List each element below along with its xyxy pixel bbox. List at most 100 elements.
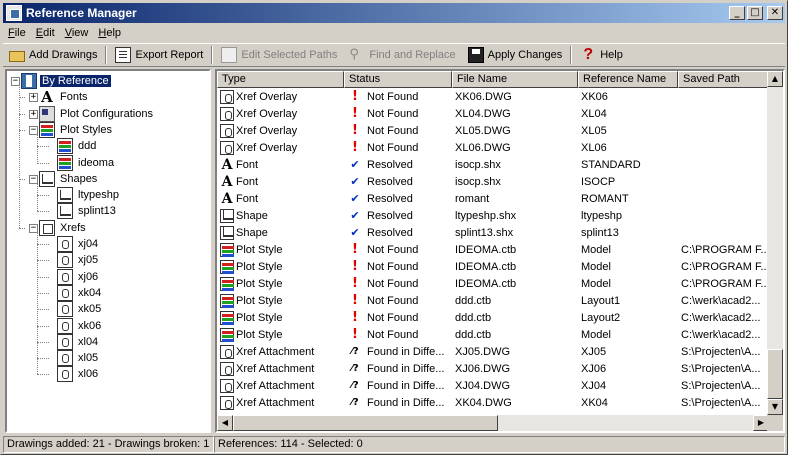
type-label: Plot Style bbox=[236, 294, 283, 307]
scroll-up-button[interactable]: ▲ bbox=[767, 71, 783, 87]
table-row[interactable]: Xref Overlay! Not Found XL06.DWG XL06 bbox=[217, 139, 769, 156]
tree-node-by-reference[interactable]: By Reference bbox=[21, 73, 112, 89]
cell-saved-path: C:\PROGRAM F... bbox=[681, 243, 769, 256]
horizontal-scroll-thumb[interactable] bbox=[233, 415, 498, 431]
table-row[interactable]: Plot Style! Not Found ddd.ctb Model C:\werk\… bbox=[217, 326, 769, 343]
table-row[interactable]: Xref Overlay! Not Found XK06.DWG XK06 bbox=[217, 88, 769, 105]
help-button[interactable]: ? Help bbox=[574, 44, 629, 66]
table-row[interactable]: Plot Style! Not Found IDEOMA.ctb Model C:\PR… bbox=[217, 275, 769, 292]
tree-node-xk06[interactable]: xk06 bbox=[57, 317, 103, 334]
minimize-button[interactable]: _ bbox=[729, 6, 745, 20]
column-header-type[interactable]: Type bbox=[217, 71, 344, 88]
title-bar[interactable]: Reference Manager _ □ ✕ bbox=[3, 3, 785, 23]
maximize-button[interactable]: □ bbox=[747, 6, 763, 20]
table-row[interactable]: Plot Style! Not Found ddd.ctb Layout2 C:\wer… bbox=[217, 309, 769, 326]
add-drawings-button[interactable]: Add Drawings bbox=[3, 44, 103, 66]
tree-node-label: xk05 bbox=[78, 303, 102, 316]
table-row[interactable]: Xref Attachment ⁄? Found in Diffe... XJ06.D… bbox=[217, 360, 769, 377]
menu-help[interactable]: Help bbox=[93, 27, 126, 39]
cell-type: Xref Attachment bbox=[217, 360, 344, 377]
binoculars-icon: ⚲ bbox=[349, 47, 359, 62]
horizontal-scrollbar[interactable]: ◀ ▶ bbox=[217, 415, 769, 431]
column-header-status[interactable]: Status bbox=[344, 71, 452, 88]
tree-node-xl04[interactable]: xl04 bbox=[57, 333, 100, 350]
tree-node-xj05[interactable]: xj05 bbox=[57, 252, 100, 269]
table-row[interactable]: Shape ✔ Resolved splint13.shx splint13 bbox=[217, 224, 769, 241]
scroll-left-button[interactable]: ◀ bbox=[217, 415, 233, 431]
table-row[interactable]: Plot Style! Not Found IDEOMA.ctb Model C:\PR… bbox=[217, 258, 769, 275]
status-label: Not Found bbox=[367, 107, 419, 120]
status-label: Resolved bbox=[367, 192, 413, 205]
plot-style-icon bbox=[57, 154, 73, 171]
app-icon[interactable] bbox=[6, 5, 22, 21]
cell-type: Xref Overlay bbox=[217, 88, 344, 105]
column-header-file-name[interactable]: File Name bbox=[452, 71, 578, 88]
tree-node-xrefs[interactable]: Xrefs bbox=[39, 219, 88, 236]
cell-type: Plot Style bbox=[217, 326, 344, 343]
tree-node-ideoma[interactable]: ideoma bbox=[57, 154, 116, 171]
table-row[interactable]: Xref Attachment ⁄? Found in Diffe... XJ04.D… bbox=[217, 377, 769, 394]
cell-type: Plot Style bbox=[217, 275, 344, 292]
cell-status: ! Not Found bbox=[344, 309, 452, 326]
reference-tree[interactable]: − By Reference + A Fonts + Plot Configurations… bbox=[5, 69, 211, 433]
tree-node-xl06[interactable]: xl06 bbox=[57, 366, 100, 383]
menu-file[interactable]: File bbox=[3, 27, 31, 39]
tree-node-fonts[interactable]: A Fonts bbox=[39, 89, 90, 105]
reference-list[interactable]: Type Status File Name Reference Name Saved P… bbox=[215, 69, 785, 433]
not-found-icon: ! bbox=[352, 123, 358, 138]
tree-connector bbox=[37, 211, 49, 213]
tree-node-label: Plot Styles bbox=[60, 123, 112, 136]
tree-node-ltypeshp[interactable]: ltypeshp bbox=[57, 187, 121, 204]
table-row[interactable]: Xref Attachment ⁄? Found in Diffe... XK04.D… bbox=[217, 394, 769, 411]
column-header-reference-name[interactable]: Reference Name bbox=[578, 71, 678, 88]
edit-selected-paths-button[interactable]: Edit Selected Paths bbox=[215, 44, 343, 66]
cell-saved-path bbox=[678, 88, 769, 105]
table-row[interactable]: A Font ✔ Resolved isocp.shx STANDARD bbox=[217, 156, 769, 173]
cell-reference-name: Model bbox=[581, 277, 611, 290]
status-label: Resolved bbox=[367, 175, 413, 188]
cell-type: Xref Attachment bbox=[217, 394, 344, 411]
tree-node-xj06[interactable]: xj06 bbox=[57, 268, 100, 285]
cell-status: ✔ Resolved bbox=[344, 207, 452, 224]
find-and-replace-button[interactable]: ⚲ Find and Replace bbox=[343, 44, 461, 66]
export-report-button[interactable]: Export Report bbox=[109, 44, 209, 66]
expand-icon[interactable]: + bbox=[29, 109, 38, 119]
apply-changes-button[interactable]: Apply Changes bbox=[462, 44, 569, 66]
tree-node-xl05[interactable]: xl05 bbox=[57, 350, 100, 367]
cell-file-name: isocp.shx bbox=[455, 158, 501, 171]
status-label: Not Found bbox=[367, 124, 419, 137]
resolved-check-icon: ✔ bbox=[350, 226, 360, 239]
tree-node-ddd[interactable]: ddd bbox=[57, 138, 98, 155]
menu-label-rest: ile bbox=[14, 27, 26, 39]
tree-node-splint13[interactable]: splint13 bbox=[57, 203, 118, 220]
menu-edit[interactable]: Edit bbox=[31, 27, 60, 39]
table-row[interactable]: A Font ✔ Resolved isocp.shx ISOCP bbox=[217, 173, 769, 190]
xref-drawing-icon bbox=[57, 350, 73, 367]
table-row[interactable]: Shape ✔ Resolved ltypeshp.shx ltypeshp bbox=[217, 207, 769, 224]
table-row[interactable]: Xref Overlay! Not Found XL04.DWG XL04 bbox=[217, 105, 769, 122]
expand-icon[interactable]: + bbox=[29, 93, 38, 103]
cell-file-name: XJ04.DWG bbox=[455, 379, 511, 392]
scroll-down-button[interactable]: ▼ bbox=[767, 399, 783, 415]
table-row[interactable]: A Font ✔ Resolved romant ROMANT bbox=[217, 190, 769, 207]
tree-node-plot-styles[interactable]: Plot Styles bbox=[39, 121, 114, 138]
cell-file-name: ddd.ctb bbox=[455, 311, 492, 324]
vertical-scroll-thumb[interactable] bbox=[767, 349, 783, 399]
find-replace-label: Find and Replace bbox=[369, 49, 456, 61]
edit-paths-icon bbox=[221, 47, 238, 63]
table-row[interactable]: Xref Overlay! Not Found XL05.DWG XL05 bbox=[217, 122, 769, 139]
vertical-scrollbar[interactable]: ▲ ▼ bbox=[767, 71, 783, 415]
tree-node-xj04[interactable]: xj04 bbox=[57, 236, 100, 252]
cell-reference-name: XK06 bbox=[581, 90, 608, 103]
tree-node-plot-configurations[interactable]: Plot Configurations bbox=[39, 105, 155, 122]
tree-node-xk05[interactable]: xk05 bbox=[57, 301, 103, 318]
menu-view[interactable]: View bbox=[60, 27, 94, 39]
cell-reference-name: XL04 bbox=[581, 107, 607, 120]
tree-node-xk04[interactable]: xk04 bbox=[57, 284, 103, 301]
close-button[interactable]: ✕ bbox=[767, 6, 783, 20]
tree-node-shapes[interactable]: Shapes bbox=[39, 170, 99, 187]
table-row[interactable]: Plot Style! Not Found ddd.ctb Layout1 C:\wer… bbox=[217, 292, 769, 309]
table-row[interactable]: Xref Attachment ⁄? Found in Diffe... XJ05.D… bbox=[217, 343, 769, 360]
column-header-saved-path[interactable]: Saved Path bbox=[678, 71, 769, 88]
table-row[interactable]: Plot Style! Not Found IDEOMA.ctb Model C:\PR… bbox=[217, 241, 769, 258]
